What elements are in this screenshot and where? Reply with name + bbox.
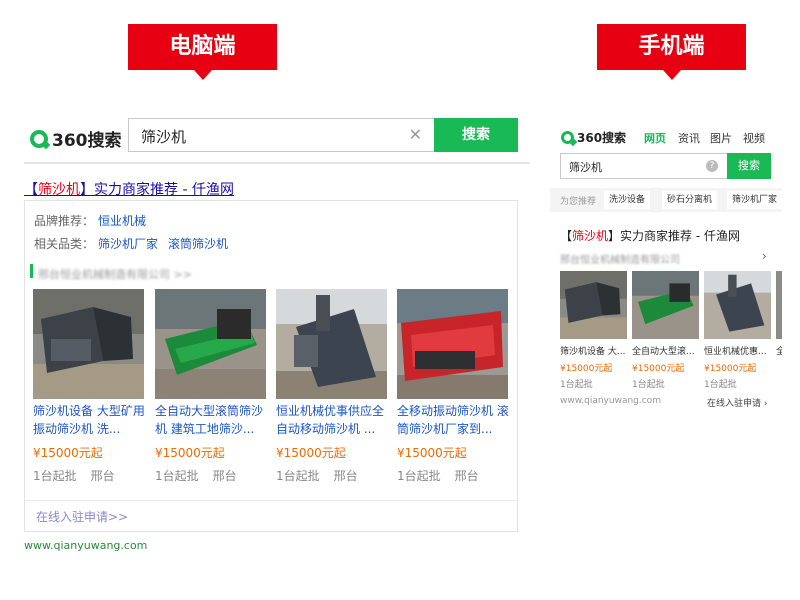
mobile-tab-images[interactable]: 图片	[710, 130, 732, 146]
recommend-chip-1[interactable]: 洗沙设备	[604, 191, 651, 209]
mobile-logo-text: 360搜索	[577, 131, 627, 145]
product-location: 邢台	[212, 469, 237, 483]
product-meta-2: 1台起批 邢台	[155, 467, 237, 484]
product-moq: 1台起批	[397, 469, 441, 483]
mobile-product-image-2[interactable]	[632, 271, 699, 339]
product-image-1[interactable]	[33, 289, 144, 399]
mobile-search-value: 筛沙机	[569, 161, 602, 174]
company-link[interactable]: 邢台恒业机械制造有限公司 >>	[38, 266, 192, 282]
mobile-apply-link[interactable]: 在线入驻申请 ›	[707, 396, 767, 409]
desktop-header-divider	[24, 162, 530, 164]
product-location: 邢台	[90, 469, 115, 483]
product-title-3[interactable]: 恒业机械优事供应全自动移动筛沙机 ...	[276, 402, 388, 438]
360-logo-icon	[561, 131, 574, 144]
product-location: 邢台	[454, 469, 479, 483]
mobile-company-link[interactable]: 邢台恒业机械制造有限公司	[560, 251, 680, 266]
product-moq: 1台起批	[155, 469, 199, 483]
clear-icon[interactable]: ✕	[409, 125, 422, 144]
title-prefix: 【	[24, 182, 38, 198]
mobile-banner-pointer	[663, 70, 681, 80]
brand-row: 品牌推荐： 恒业机械	[34, 212, 146, 229]
desktop-logo-text: 360搜索	[52, 131, 122, 151]
mobile-product-title-1[interactable]: 筛沙机设备 大...	[560, 344, 628, 357]
brand-link[interactable]: 恒业机械	[98, 214, 146, 228]
card-footer-divider	[25, 500, 517, 501]
desktop-logo[interactable]: 360搜索	[30, 126, 122, 151]
mobile-result-title-link[interactable]: 【筛沙机】实力商家推荐 - 仟渔网	[560, 227, 740, 244]
mobile-product-moq-1: 1台起批	[560, 380, 593, 390]
desktop-search-input[interactable]: 筛沙机 ✕	[128, 118, 434, 152]
product-price-3: ¥15000元起	[276, 446, 346, 460]
chevron-right-icon[interactable]: ›	[762, 249, 767, 263]
product-title-4[interactable]: 全移动振动筛沙机 滚筒筛沙机厂家到...	[397, 402, 509, 438]
mobile-banner: 手机端	[597, 24, 746, 70]
recommend-chip-3[interactable]: 筛沙机厂家	[727, 191, 783, 209]
recommend-chip-2[interactable]: 砂石分离机	[662, 191, 718, 209]
product-image-4[interactable]	[397, 289, 508, 399]
mobile-logo[interactable]: 360搜索	[561, 129, 626, 146]
mobile-search-input[interactable]: 筛沙机 ?	[560, 153, 728, 179]
desktop-search-button[interactable]: 搜索	[434, 118, 518, 152]
mobile-product-moq-3: 1台起批	[704, 380, 737, 390]
clear-icon[interactable]: ?	[706, 160, 718, 172]
brand-label: 品牌推荐：	[34, 214, 95, 228]
product-meta-1: 1台起批 邢台	[33, 467, 115, 484]
mobile-tab-news[interactable]: 资讯	[678, 130, 700, 146]
desktop-apply-link[interactable]: 在线入驻申请>>	[36, 508, 128, 525]
desktop-result-title-link[interactable]: 【筛沙机】实力商家推荐 - 仟渔网	[24, 179, 234, 199]
title-rest: 】实力商家推荐 - 仟渔网	[80, 182, 234, 198]
related-link-2[interactable]: 滚筒筛沙机	[168, 237, 228, 251]
mobile-product-image-1[interactable]	[560, 271, 627, 339]
mobile-product-price-1: ¥15000元起	[560, 364, 613, 374]
product-price-1: ¥15000元起	[33, 446, 103, 460]
mobile-product-title-2[interactable]: 全自动大型滚...	[632, 344, 700, 357]
desktop-result-url: www.qianyuwang.com	[24, 539, 148, 552]
mobile-product-image-4[interactable]	[776, 271, 782, 339]
mobile-product-price-2: ¥15000元起	[632, 364, 685, 374]
desktop-banner: 电脑端	[128, 24, 277, 70]
product-moq: 1台起批	[276, 469, 320, 483]
mobile-result-url: www.qianyuwang.com	[560, 396, 661, 406]
product-meta-3: 1台起批 邢台	[276, 467, 358, 484]
mobile-product-price-3: ¥15000元起	[704, 364, 757, 374]
product-price-2: ¥15000元起	[155, 446, 225, 460]
mobile-tab-video[interactable]: 视频	[743, 130, 765, 146]
product-meta-4: 1台起批 邢台	[397, 467, 479, 484]
product-image-2[interactable]	[155, 289, 266, 399]
product-image-3[interactable]	[276, 289, 387, 399]
company-accent-bar	[30, 264, 33, 278]
mobile-product-moq-2: 1台起批	[632, 380, 665, 390]
related-link-1[interactable]: 筛沙机厂家	[98, 237, 158, 251]
product-title-1[interactable]: 筛沙机设备 大型矿用振动筛沙机 洗...	[33, 402, 145, 438]
desktop-search-value: 筛沙机	[141, 128, 187, 146]
title-keyword: 筛沙机	[572, 229, 609, 243]
mobile-search-button[interactable]: 搜索	[727, 153, 771, 179]
product-title-2[interactable]: 全自动大型滚筒筛沙机 建筑工地筛沙...	[155, 402, 267, 438]
mobile-product-image-3[interactable]	[704, 271, 771, 339]
related-row: 相关品类： 筛沙机厂家 滚筒筛沙机	[34, 235, 228, 252]
mobile-product-title-4[interactable]: 全移动振动...	[776, 344, 782, 357]
recommend-label: 为您推荐	[560, 197, 597, 207]
product-price-4: ¥15000元起	[397, 446, 467, 460]
product-location: 邢台	[333, 469, 358, 483]
360-logo-icon	[30, 129, 48, 148]
related-label: 相关品类：	[34, 237, 95, 251]
title-rest: 】实力商家推荐 - 仟渔网	[608, 229, 740, 243]
desktop-banner-pointer	[194, 70, 212, 80]
mobile-product-title-3[interactable]: 恒业机械优惠...	[704, 344, 772, 357]
title-prefix: 【	[560, 229, 573, 243]
product-moq: 1台起批	[33, 469, 77, 483]
title-keyword: 筛沙机	[38, 182, 80, 198]
mobile-tab-web[interactable]: 网页	[644, 130, 666, 146]
